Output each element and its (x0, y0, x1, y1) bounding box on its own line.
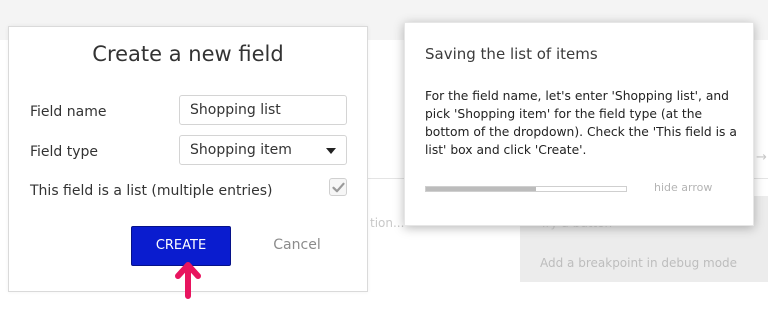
field-type-label: Field type (30, 144, 99, 160)
create-button[interactable]: CREATE (131, 226, 231, 266)
tutorial-title: Saving the list of items (425, 45, 598, 63)
is-list-label: This field is a list (multiple entries) (30, 183, 273, 199)
field-type-value: Shopping item (190, 142, 292, 158)
tutorial-progress-bar (425, 186, 627, 192)
tutorial-tooltip: Saving the list of items For the field n… (404, 22, 754, 226)
cancel-button[interactable]: Cancel (261, 237, 333, 253)
hide-arrow-link[interactable]: hide arrow (654, 181, 712, 194)
tutorial-progress-fill (426, 187, 536, 191)
create-field-dialog: Create a new field Field name Field type… (8, 26, 368, 299)
tutorial-body: For the field name, let's enter 'Shoppin… (425, 89, 737, 157)
checkmark-icon (332, 182, 345, 193)
is-list-checkbox[interactable] (329, 178, 347, 196)
field-name-input[interactable] (179, 95, 347, 125)
arrow-right-icon: → (756, 150, 767, 165)
editor-panel-item: Add a breakpoint in debug mode (540, 256, 738, 270)
pointer-arrow-icon (175, 262, 201, 299)
caret-down-icon (326, 148, 336, 154)
field-name-label: Field name (30, 104, 107, 120)
editor-ghost-text: tion... (370, 216, 405, 230)
field-type-dropdown[interactable]: Shopping item (179, 135, 347, 165)
dialog-title: Create a new field (92, 42, 284, 66)
